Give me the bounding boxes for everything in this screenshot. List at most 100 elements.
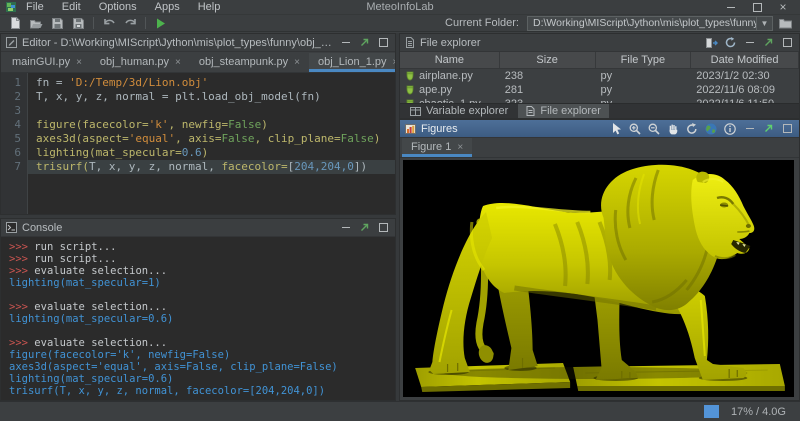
- figures-float-icon[interactable]: [764, 124, 773, 133]
- code-text: lighting(mat_specular=0.6): [28, 146, 395, 160]
- menu-apps[interactable]: Apps: [147, 1, 188, 13]
- tab-obj-human-py[interactable]: obj_human.py×: [91, 53, 190, 72]
- file-date-modified: 2023/1/2 02:30: [691, 70, 799, 82]
- console-echo-line: axes3d(aspect='equal', axis=False, clip_…: [9, 361, 395, 373]
- right-column: File explorer Name Size File Type Date M…: [399, 33, 800, 401]
- editor-minimize-icon[interactable]: [339, 36, 353, 49]
- line-number: 5: [1, 132, 28, 146]
- console-float-icon[interactable]: [360, 223, 369, 232]
- close-tab-icon[interactable]: ×: [76, 57, 82, 68]
- menu-file[interactable]: File: [18, 1, 52, 13]
- console-maximize-icon[interactable]: [376, 221, 390, 234]
- code-line: 4figure(facecolor='k', newfig=False): [1, 118, 395, 132]
- info-icon[interactable]: [724, 123, 736, 135]
- line-number: 6: [1, 146, 28, 160]
- code-text: T, x, y, z, normal = plt.load_obj_model(…: [28, 90, 395, 104]
- close-tab-icon[interactable]: ×: [294, 57, 300, 68]
- column-header-date-modified[interactable]: Date Modified: [691, 52, 799, 68]
- tab-figure-1[interactable]: Figure 1×: [402, 138, 472, 157]
- code-line: 7trisurf(T, x, y, z, normal, facecolor=[…: [1, 160, 395, 174]
- file-explorer-minimize-icon[interactable]: [743, 36, 757, 49]
- console-minimize-icon[interactable]: [339, 221, 353, 234]
- console-echo-line: figure(facecolor='k', newfig=False): [9, 349, 395, 361]
- close-tab-icon[interactable]: ×: [175, 57, 181, 68]
- undo-icon: [103, 18, 116, 28]
- file-explorer-title-bar: File explorer: [400, 34, 799, 52]
- column-header-size[interactable]: Size: [500, 52, 596, 68]
- window-maximize-icon[interactable]: [746, 1, 768, 14]
- code-line: 3: [1, 104, 395, 118]
- figures-title-bar: Figures: [400, 120, 799, 138]
- tab-obj-lion-1-py[interactable]: obj_Lion_1.py×: [309, 53, 396, 72]
- menu-help[interactable]: Help: [190, 1, 229, 13]
- redo-button[interactable]: [121, 16, 139, 31]
- status-bar: 17% / 4.0G: [0, 401, 800, 421]
- code-line: 2T, x, y, z, normal = plt.load_obj_model…: [1, 90, 395, 104]
- file-date-modified: 2022/11/6 08:09: [691, 84, 799, 96]
- column-header-name[interactable]: Name: [400, 52, 500, 68]
- chevron-down-icon[interactable]: ▼: [756, 17, 772, 30]
- python-file-icon: [405, 71, 415, 81]
- save-button[interactable]: [48, 16, 66, 31]
- tab-file-explorer[interactable]: File explorer: [518, 104, 609, 118]
- collapse-folder-icon[interactable]: [706, 38, 718, 48]
- open-folder-button[interactable]: [27, 16, 45, 31]
- file-type: py: [596, 70, 692, 82]
- pan-hand-icon[interactable]: [667, 123, 679, 135]
- code-text: fn = 'D:/Temp/3d/Lion.obj': [28, 76, 395, 90]
- file-row[interactable]: airplane.py238py2023/1/2 02:30: [400, 69, 799, 83]
- explorer-panel-tabs: Variable explorer File explorer: [400, 103, 799, 118]
- tab-obj-steampunk-py[interactable]: obj_steampunk.py×: [190, 53, 309, 72]
- close-tab-icon[interactable]: ×: [457, 142, 463, 153]
- code-line: 5axes3d(aspect='equal', axis=False, clip…: [1, 132, 395, 146]
- code-line: 1fn = 'D:/Temp/3d/Lion.obj': [1, 76, 395, 90]
- editor-maximize-icon[interactable]: [376, 36, 390, 49]
- python-file-icon: [405, 85, 415, 95]
- figures-panel-title: Figures: [421, 123, 458, 135]
- figures-maximize-icon[interactable]: [780, 122, 794, 135]
- rotate-icon[interactable]: [686, 123, 698, 135]
- line-number: 7: [1, 160, 28, 174]
- code-text: axes3d(aspect='equal', axis=False, clip_…: [28, 132, 395, 146]
- file-name: airplane.py: [400, 70, 500, 82]
- console-panel-title: Console: [22, 222, 62, 234]
- file-explorer-float-icon[interactable]: [764, 38, 773, 47]
- tab-variable-explorer[interactable]: Variable explorer: [402, 104, 516, 118]
- file-explorer-maximize-icon[interactable]: [780, 36, 794, 49]
- select-cursor-icon[interactable]: [612, 123, 622, 135]
- new-file-button[interactable]: [6, 16, 24, 31]
- refresh-icon[interactable]: [725, 37, 736, 48]
- save-as-button[interactable]: [69, 16, 87, 31]
- current-folder-select[interactable]: D:\Working\MIScript\Jython\mis\plot_type…: [527, 16, 773, 31]
- undo-button[interactable]: [100, 16, 118, 31]
- code-text: [28, 104, 395, 118]
- current-folder-value: D:\Working\MIScript\Jython\mis\plot_type…: [528, 17, 756, 29]
- line-number: 2: [1, 90, 28, 104]
- window-minimize-icon[interactable]: [720, 1, 742, 14]
- menu-options[interactable]: Options: [91, 1, 145, 13]
- code-editor[interactable]: 1fn = 'D:/Temp/3d/Lion.obj'2T, x, y, z, …: [1, 73, 395, 214]
- globe-icon[interactable]: [705, 123, 717, 135]
- console-prompt-line: >>> evaluate selection...: [9, 265, 395, 277]
- file-row[interactable]: ape.py281py2022/11/6 08:09: [400, 83, 799, 97]
- line-number: 4: [1, 118, 28, 132]
- column-header-file-type[interactable]: File Type: [596, 52, 692, 68]
- run-script-button[interactable]: [152, 16, 170, 31]
- editor-float-icon[interactable]: [360, 38, 369, 47]
- browse-folder-button[interactable]: [776, 16, 794, 31]
- menu-edit[interactable]: Edit: [54, 1, 89, 13]
- figures-icon: [405, 124, 416, 134]
- console-output[interactable]: >>> run script...>>> run script...>>> ev…: [1, 237, 395, 400]
- console-echo-line: lighting(mat_specular=1): [9, 277, 395, 289]
- file-explorer-tab-icon: [526, 106, 535, 116]
- window-close-icon[interactable]: ×: [772, 1, 794, 14]
- console-blank-line: [9, 289, 395, 301]
- figures-minimize-icon[interactable]: [743, 122, 757, 135]
- zoom-in-icon[interactable]: [629, 123, 641, 135]
- console-title-bar: Console: [1, 219, 395, 237]
- tab-maingui-py[interactable]: mainGUI.py×: [3, 53, 91, 72]
- figure-canvas[interactable]: [403, 160, 794, 397]
- code-line: 6lighting(mat_specular=0.6): [1, 146, 395, 160]
- editor-icon: [6, 37, 17, 48]
- zoom-out-icon[interactable]: [648, 123, 660, 135]
